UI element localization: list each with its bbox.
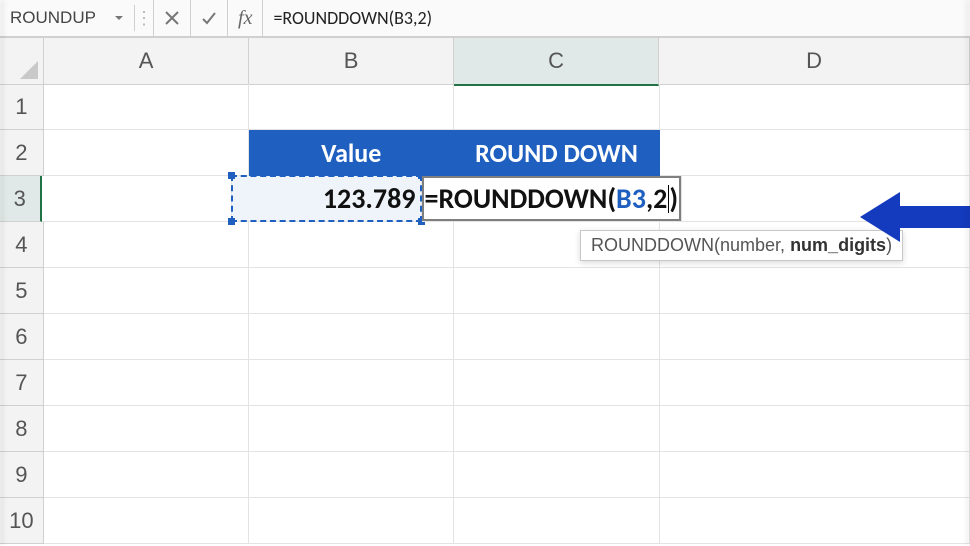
formula-bar-grip-icon: ⋮	[135, 0, 154, 36]
cell-D7[interactable]	[660, 360, 970, 406]
cell-B10[interactable]	[249, 498, 454, 544]
formula-num: 2	[653, 181, 667, 216]
cancel-formula-button[interactable]	[154, 0, 191, 36]
row-header-4[interactable]: 4	[0, 222, 44, 268]
cell-B1[interactable]	[249, 84, 454, 130]
formula-bar: ROUNDUP ⋮ fx =ROUNDDOWN(B3,2)	[0, 0, 970, 37]
row-header-10[interactable]: 10	[0, 498, 44, 544]
edge-vignette	[966, 0, 970, 546]
row-header-2[interactable]: 2	[0, 130, 44, 176]
cell-A9[interactable]	[44, 452, 249, 498]
select-all-triangle[interactable]	[0, 38, 44, 85]
cell-B8[interactable]	[249, 406, 454, 452]
cell-C6[interactable]	[454, 314, 659, 360]
tooltip-comma: ,	[780, 235, 790, 255]
row-header-6[interactable]: 6	[0, 314, 44, 360]
formula-fn: ROUNDDOWN	[438, 181, 607, 216]
cell-C5[interactable]	[454, 268, 659, 314]
cell-B9[interactable]	[249, 452, 454, 498]
formula-eq: =	[424, 181, 438, 216]
cell-D9[interactable]	[660, 452, 970, 498]
cell-C3[interactable]: =ROUNDDOWN(B3,2)	[422, 176, 682, 222]
annotation-arrow-icon	[860, 190, 970, 244]
cell-A8[interactable]	[44, 406, 249, 452]
cell-D2[interactable]	[660, 130, 970, 176]
edge-vignette	[0, 0, 4, 546]
row-header-1[interactable]: 1	[0, 84, 44, 130]
formula-ref: B3	[616, 181, 646, 216]
cell-B3-value: 123.789	[323, 181, 416, 216]
cell-A2[interactable]	[44, 130, 249, 176]
cell-C10[interactable]	[454, 498, 659, 544]
cell-B7[interactable]	[249, 360, 454, 406]
row-header-3[interactable]: 3	[0, 176, 42, 222]
tooltip-fn: ROUNDDOWN	[591, 235, 714, 255]
cell-C9[interactable]	[454, 452, 659, 498]
row-header-8[interactable]: 8	[0, 406, 44, 452]
cell-C2[interactable]: ROUND DOWN	[454, 130, 659, 176]
row-header-5[interactable]: 5	[0, 268, 44, 314]
col-header-A[interactable]: A	[44, 38, 249, 85]
cell-A1[interactable]	[44, 84, 249, 130]
cell-B5[interactable]	[249, 268, 454, 314]
fx-icon[interactable]: fx	[228, 0, 263, 36]
reference-handle[interactable]	[228, 172, 235, 179]
formula-bar-input[interactable]: =ROUNDDOWN(B3,2)	[263, 0, 970, 36]
tooltip-arg1: number	[720, 235, 780, 255]
cell-B6[interactable]	[249, 314, 454, 360]
formula-tooltip: ROUNDDOWN(number, num_digits)	[580, 230, 903, 261]
worksheet: A B C D 1 2 Value ROUND DOWN 3 123.789 =…	[0, 37, 970, 546]
cell-A10[interactable]	[44, 498, 249, 544]
cell-B2[interactable]: Value	[249, 130, 454, 176]
name-box-value[interactable]: ROUNDUP	[8, 5, 112, 31]
col-header-C[interactable]: C	[454, 38, 659, 86]
cell-B3[interactable]: 123.789	[232, 176, 422, 222]
cell-A4[interactable]	[44, 222, 249, 268]
enter-formula-button[interactable]	[191, 0, 228, 36]
cell-D10[interactable]	[660, 498, 970, 544]
cell-A5[interactable]	[44, 268, 249, 314]
row-header-9[interactable]: 9	[0, 452, 44, 498]
cell-C7[interactable]	[454, 360, 659, 406]
formula-open: (	[607, 181, 616, 216]
row-header-7[interactable]: 7	[0, 360, 44, 406]
col-header-D[interactable]: D	[659, 38, 970, 85]
cell-D8[interactable]	[660, 406, 970, 452]
cell-C8[interactable]	[454, 406, 659, 452]
cell-C1[interactable]	[454, 84, 659, 130]
name-box[interactable]: ROUNDUP	[0, 5, 135, 31]
cell-D1[interactable]	[660, 84, 970, 130]
cell-A6[interactable]	[44, 314, 249, 360]
cell-D5[interactable]	[660, 268, 970, 314]
name-box-dropdown-icon[interactable]	[114, 13, 124, 23]
col-header-B[interactable]: B	[249, 38, 454, 85]
cell-B4[interactable]	[249, 222, 454, 268]
formula-close: )	[669, 181, 678, 216]
cell-A3[interactable]	[42, 176, 232, 222]
cell-D6[interactable]	[660, 314, 970, 360]
cell-A7[interactable]	[44, 360, 249, 406]
